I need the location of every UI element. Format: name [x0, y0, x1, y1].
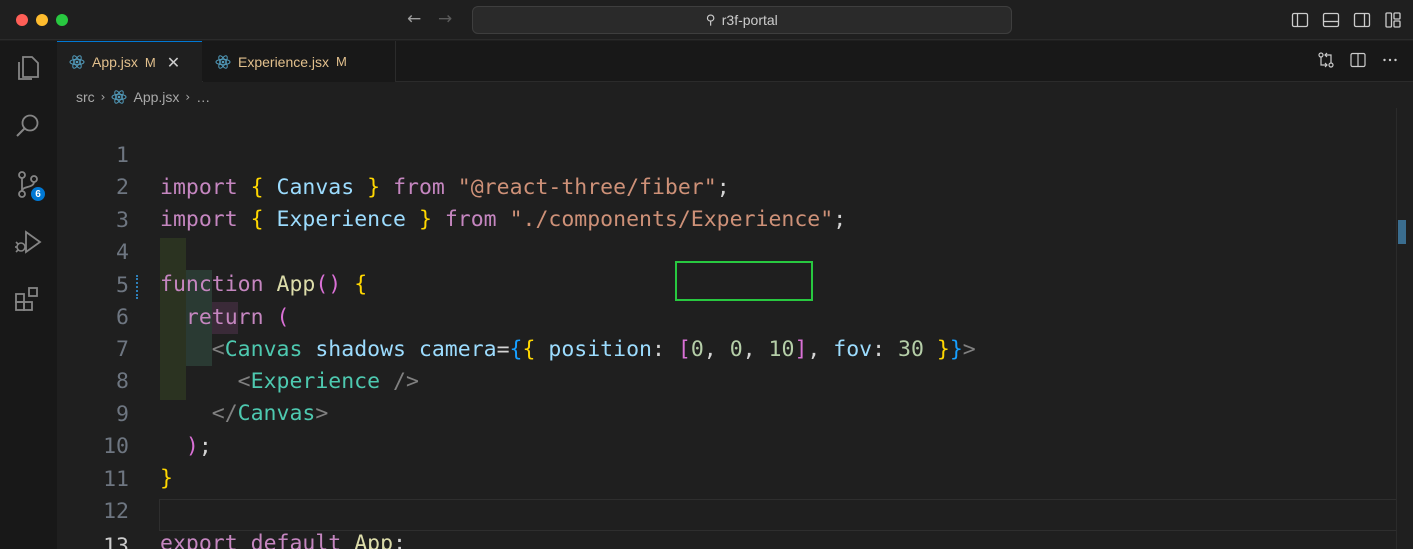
editor-tab-bar: App.jsx M ✕ Experience.jsx M — [57, 41, 1413, 82]
customize-layout-icon[interactable] — [1383, 10, 1403, 30]
react-icon — [111, 89, 127, 105]
window-title: r3f-portal — [721, 12, 778, 28]
code-line: 7 <Experience /> — [57, 302, 1397, 394]
code-editor[interactable]: 1 import { Canvas } from "@react-three/f… — [57, 108, 1413, 549]
line-number: 13 — [103, 534, 129, 549]
modified-indicator: M — [144, 54, 156, 70]
extensions-icon[interactable] — [13, 285, 43, 315]
minimize-window-button[interactable] — [36, 14, 48, 26]
breadcrumb-folder[interactable]: src — [76, 89, 95, 105]
source-control-badge: 6 — [29, 185, 47, 203]
code-line: 3 — [57, 173, 1397, 233]
back-arrow-icon[interactable]: ← — [407, 9, 421, 29]
editor-scrollbar[interactable] — [1396, 108, 1413, 549]
forward-arrow-icon[interactable]: → — [438, 9, 452, 29]
breadcrumb-file[interactable]: App.jsx — [133, 89, 179, 105]
files-icon[interactable] — [13, 53, 43, 83]
search-icon[interactable] — [13, 111, 43, 141]
command-center-search[interactable]: ⚲ r3f-portal — [472, 6, 1012, 34]
tab-label: App.jsx — [92, 54, 138, 70]
code-line: 4 function App() { — [57, 205, 1397, 297]
more-actions-icon[interactable] — [1381, 51, 1399, 69]
line-content: export default App; — [160, 531, 406, 549]
modified-indicator: M — [336, 54, 347, 69]
code-line: 9 ); — [57, 367, 1397, 459]
code-line: 8 </Canvas> — [57, 334, 1397, 426]
breadcrumb-symbol[interactable]: … — [196, 89, 210, 105]
open-changes-icon[interactable] — [1317, 51, 1335, 69]
breadcrumb: src › App.jsx › … — [76, 86, 210, 108]
react-icon — [215, 54, 231, 70]
title-bar: ← → ⚲ r3f-portal — [0, 0, 1413, 40]
chevron-right-icon: › — [185, 90, 191, 104]
tab-experience-jsx[interactable]: Experience.jsx M — [203, 41, 396, 82]
tab-label: Experience.jsx — [238, 53, 330, 70]
run-debug-icon[interactable] — [13, 227, 43, 257]
zoom-window-button[interactable] — [56, 14, 68, 26]
code-line: 1 import { Canvas } from "@react-three/f… — [57, 108, 1397, 200]
position-array-highlight — [675, 261, 813, 301]
close-window-button[interactable] — [16, 14, 28, 26]
code-line: 2 import { Experience } from "./componen… — [57, 140, 1397, 232]
toggle-primary-sidebar-icon[interactable] — [1290, 10, 1310, 30]
close-icon[interactable]: ✕ — [167, 53, 180, 72]
modified-line-gutter-indicator — [136, 275, 139, 299]
chevron-right-icon: › — [100, 90, 106, 104]
search-icon: ⚲ — [706, 12, 716, 28]
code-line: 10 } — [57, 399, 1397, 491]
code-line: 13 — [57, 499, 1397, 549]
react-icon — [69, 54, 85, 70]
activity-bar: 6 — [0, 41, 57, 549]
tab-app-jsx[interactable]: App.jsx M ✕ — [57, 41, 202, 82]
split-editor-icon[interactable] — [1349, 51, 1367, 69]
toggle-panel-icon[interactable] — [1321, 10, 1341, 30]
scrollbar-thumb[interactable] — [1398, 220, 1406, 244]
toggle-secondary-sidebar-icon[interactable] — [1352, 10, 1372, 30]
code-line: 11 — [57, 432, 1397, 492]
code-line: 12 export default App; — [57, 464, 1397, 549]
